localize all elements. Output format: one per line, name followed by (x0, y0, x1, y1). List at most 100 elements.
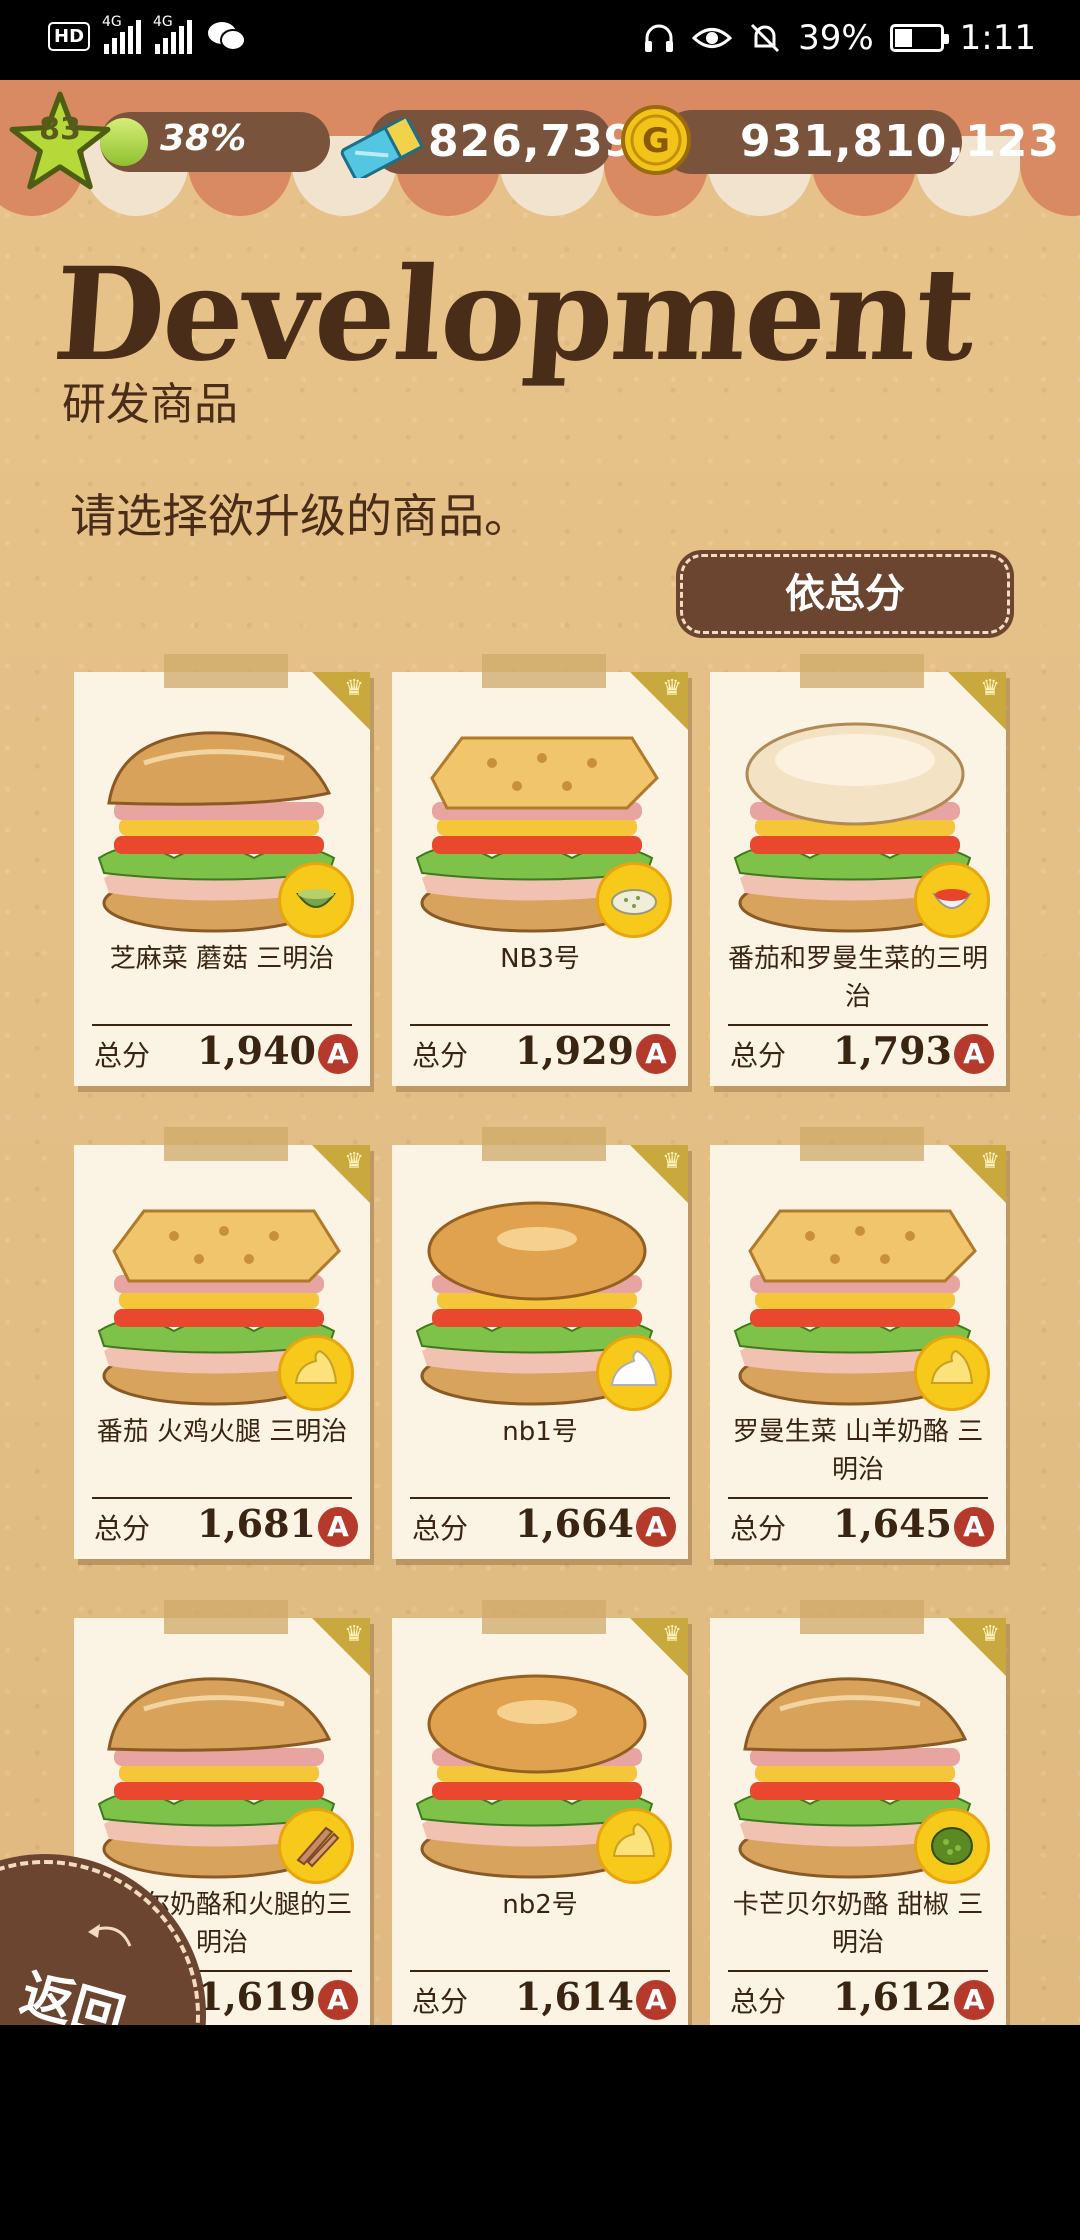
tape-strip (164, 1600, 288, 1634)
product-score: 1,929 (515, 1028, 634, 1073)
grade-badge: A (954, 1980, 994, 2020)
divider (410, 1024, 670, 1026)
grade-badge: A (954, 1507, 994, 1547)
score-label: 总分 (412, 1512, 469, 1545)
crown-icon: ♛ (344, 1149, 364, 1174)
page-subtitle: 研发商品 (62, 379, 238, 430)
crown-icon: ♛ (344, 676, 364, 701)
grade-badge: A (318, 1034, 358, 1074)
instruction-text: 请选择欲升级的商品。 (70, 489, 530, 543)
mayo-icon (278, 1335, 354, 1411)
product-card[interactable]: ♛ 芝麻菜 蘑菇 三明治总分 1,940 A (74, 654, 370, 1086)
grade-badge: A (318, 1507, 358, 1547)
score-label: 总分 (94, 1512, 151, 1545)
mayo-icon (914, 1335, 990, 1411)
product-score: 1,645 (833, 1501, 952, 1546)
tape-strip (800, 1600, 924, 1634)
green-relish-icon (914, 1808, 990, 1884)
product-name: nb2号 (502, 1890, 578, 1920)
svg-text:G: G (642, 121, 670, 161)
signal-icon: 4G (102, 14, 142, 54)
score-label: 总分 (730, 1039, 787, 1072)
product-score: 1,619 (197, 1974, 316, 2019)
divider (92, 1497, 352, 1499)
tape-strip (482, 654, 606, 688)
crown-icon: ♛ (662, 1149, 682, 1174)
grade-badge: A (636, 1507, 676, 1547)
wechat-icon (208, 22, 247, 51)
tomato-sauce-icon (914, 862, 990, 938)
tape-strip (482, 1127, 606, 1161)
sauce-cup-icon (278, 862, 354, 938)
cream-icon (596, 1335, 672, 1411)
product-card[interactable]: ♛ 番茄 火鸡火腿 三明治 总分 1,681 A (74, 1127, 370, 1559)
product-name: 卡芒贝尔奶酪 甜椒 三明治 (732, 1890, 984, 1958)
tape-strip (164, 654, 288, 688)
score-label: 总分 (94, 1039, 151, 1072)
score-label: 总分 (730, 1985, 787, 2018)
product-card[interactable]: ♛ 番茄和罗曼生菜的三明治总分 1,793 A (710, 654, 1006, 1086)
grade-badge: A (318, 1980, 358, 2020)
divider (728, 1024, 988, 1026)
sort-by-score-button[interactable]: 依总分 (680, 554, 1010, 634)
tape-strip (164, 1127, 288, 1161)
product-card[interactable]: ♛ nb1号总分 1,664 A (392, 1127, 688, 1559)
back-arrow-icon (88, 1924, 132, 1947)
tape-strip (800, 1127, 924, 1161)
product-card[interactable]: ♛ NB3号总分 1,929 A (392, 654, 688, 1086)
product-name: 芝麻菜 蘑菇 三明治 (109, 944, 335, 974)
product-score: 1,940 (197, 1028, 316, 1073)
player-level: 83 (39, 112, 81, 147)
mayo-icon (596, 1808, 672, 1884)
crown-icon: ♛ (980, 1622, 1000, 1647)
product-card[interactable]: ♛ 卡芒贝尔奶酪 甜椒 三明治总分 1,612 A (710, 1600, 1006, 2025)
divider (728, 1497, 988, 1499)
ticket-icon (340, 118, 425, 178)
score-label: 总分 (412, 1039, 469, 1072)
crown-icon: ♛ (344, 1622, 364, 1647)
grade-badge: A (636, 1980, 676, 2020)
product-score: 1,681 (197, 1501, 316, 1546)
product-card[interactable]: ♛ nb2号总分 1,614 A (392, 1600, 688, 2025)
ticket-count: 826,739 (428, 116, 636, 167)
crown-icon: ♛ (980, 676, 1000, 701)
status-bar: HD 4G 4G 39% 1:11 (0, 0, 1080, 80)
battery-icon (889, 24, 949, 52)
product-name: 番茄 火鸡火腿 三明治 (96, 1417, 348, 1447)
signal-icon-2: 4G (153, 14, 193, 54)
navigation-area (0, 2025, 1080, 2240)
crown-icon: ♛ (980, 1149, 1000, 1174)
headphones-icon (645, 24, 674, 52)
battery-percent: 39% (798, 18, 874, 58)
clock: 1:11 (959, 18, 1036, 58)
crown-icon: ♛ (662, 1622, 682, 1647)
product-score: 1,614 (515, 1974, 634, 2019)
anchovy-icon (278, 1808, 354, 1884)
eye-icon (692, 28, 733, 48)
divider (728, 1970, 988, 1972)
product-score: 1,612 (833, 1974, 952, 2019)
crown-icon: ♛ (662, 676, 682, 701)
xp-percent: 38% (160, 118, 247, 159)
product-name: NB3号 (500, 944, 580, 974)
coin-icon: G (621, 105, 691, 175)
grade-badge: A (954, 1034, 994, 1074)
divider (410, 1970, 670, 1972)
product-card[interactable]: ♛ 罗曼生菜 山羊奶酪 三明治总分 1,645 A (710, 1127, 1006, 1559)
herb-salt-icon (596, 862, 672, 938)
product-score: 1,793 (833, 1028, 952, 1073)
mute-bell-icon (751, 23, 780, 53)
score-label: 总分 (730, 1512, 787, 1545)
tape-strip (800, 654, 924, 688)
product-name: nb1号 (502, 1417, 578, 1447)
hd-icon: HD (48, 21, 91, 51)
tape-strip (482, 1600, 606, 1634)
coin-count: 931,810,123 (740, 116, 1060, 167)
product-name: 罗曼生菜 山羊奶酪 三明治 (732, 1417, 984, 1485)
game-screen: 38% 83 826,739 G 931,810,123 Development… (0, 80, 1080, 2025)
product-name: 番茄和罗曼生菜的三明治 (727, 944, 988, 1012)
score-label: 总分 (412, 1985, 469, 2018)
product-score: 1,664 (515, 1501, 634, 1546)
grade-badge: A (636, 1034, 676, 1074)
divider (92, 1024, 352, 1026)
